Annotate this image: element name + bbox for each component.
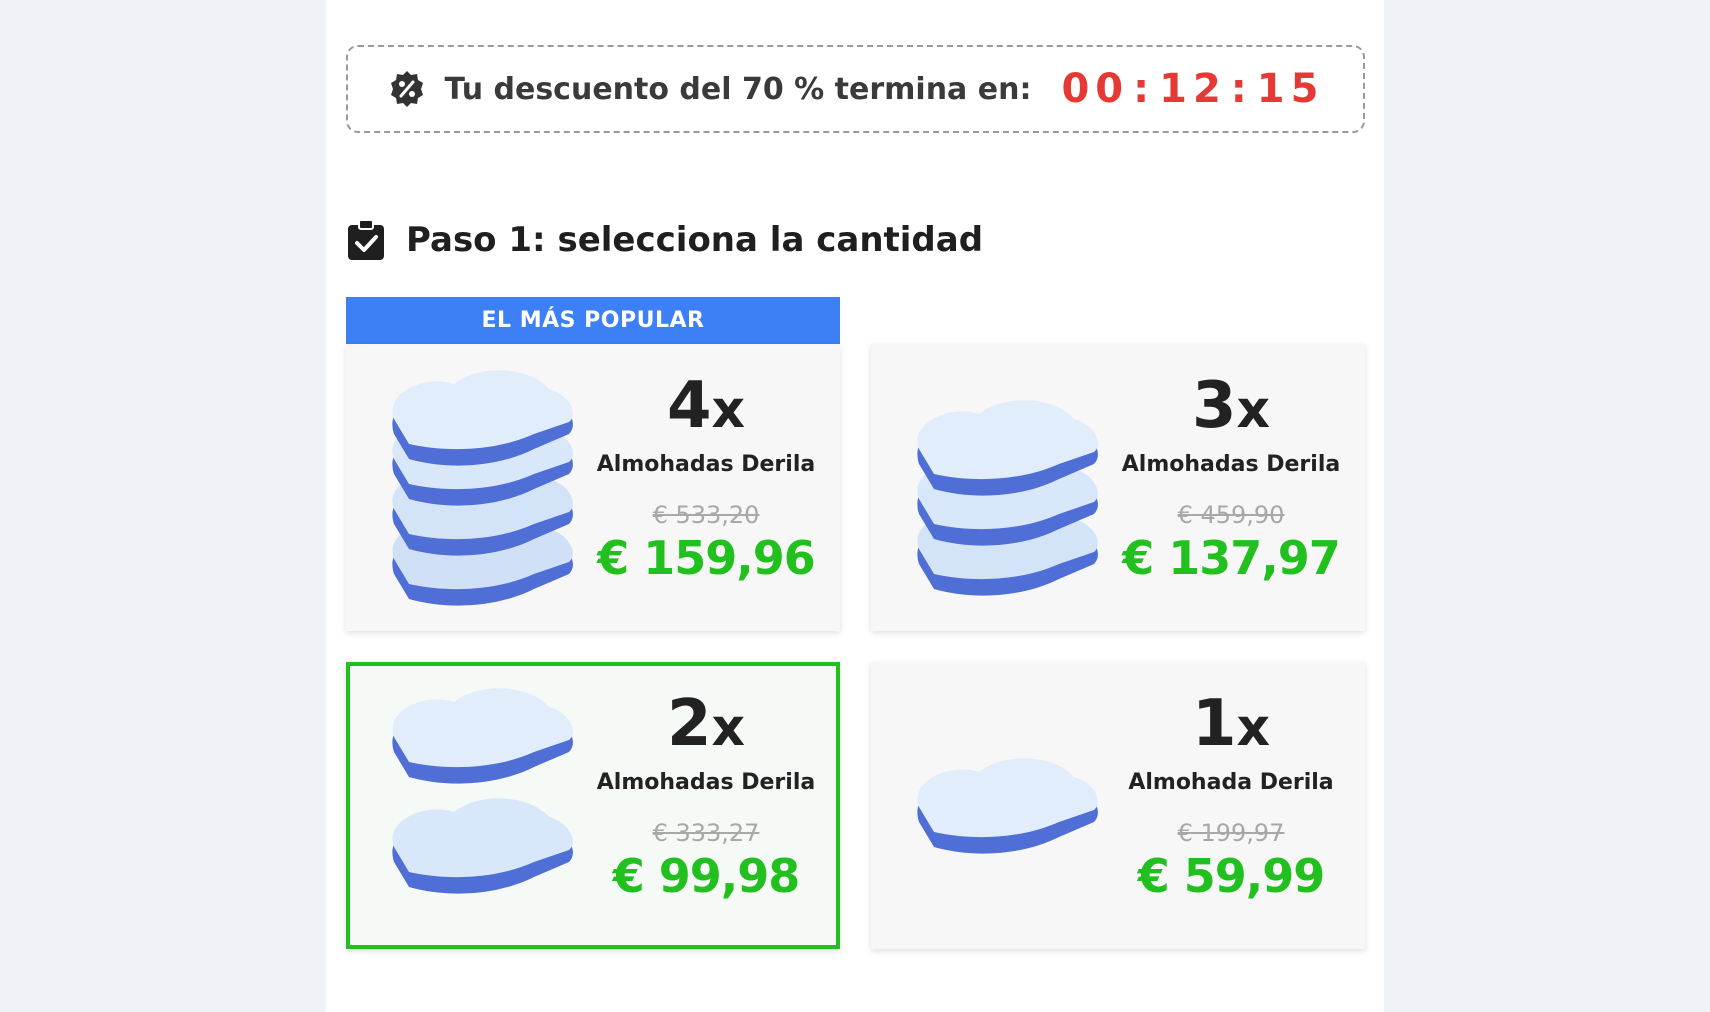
timer-label: Tu descuento del 70 % termina en: [444, 71, 1032, 107]
option-old-price: € 533,20 [652, 501, 760, 529]
pillow-image [917, 758, 1098, 854]
option-new-price: € 137,97 [1122, 531, 1341, 585]
countdown-separator: : [1230, 66, 1253, 112]
option-product-name: Almohadas Derila [596, 452, 816, 477]
option-new-price: € 159,96 [597, 531, 816, 585]
option-product-name: Almohadas Derila [596, 770, 816, 795]
countdown-hours: 00 [1061, 66, 1130, 112]
option-product-name: Almohada Derila [1128, 770, 1334, 795]
option-old-price: € 199,97 [1177, 819, 1285, 847]
countdown-seconds: 15 [1256, 66, 1325, 112]
option-info: 3x Almohadas Derila € 459,90 € 137,97 [1111, 370, 1351, 585]
option-old-price: € 459,90 [1177, 501, 1285, 529]
option-old-price: € 333,27 [652, 819, 760, 847]
option-card-2x[interactable]: 2x Almohadas Derila € 333,27 € 99,98 [346, 662, 840, 949]
pillow-stack-image [392, 370, 573, 606]
discount-badge-icon [390, 71, 423, 107]
countdown: 00 : 12 : 15 [1061, 66, 1324, 112]
option-info: 1x Almohada Derila € 199,97 € 59,99 [1111, 688, 1351, 903]
option-product-name: Almohadas Derila [1121, 452, 1341, 477]
option-quantity: 4x [666, 369, 746, 443]
pillow-stack-image [392, 688, 573, 894]
option-card-1x[interactable]: 1x Almohada Derila € 199,97 € 59,99 [871, 662, 1365, 949]
countdown-separator: : [1133, 66, 1156, 112]
clipboard-check-icon [348, 219, 384, 260]
discount-timer: Tu descuento del 70 % termina en: 00 : 1… [346, 45, 1365, 133]
option-new-price: € 99,98 [612, 849, 801, 903]
page: Tu descuento del 70 % termina en: 00 : 1… [326, 0, 1384, 1012]
step-heading: Paso 1: selecciona la cantidad [346, 218, 983, 262]
option-new-price: € 59,99 [1137, 849, 1326, 903]
option-quantity: 2x [666, 687, 746, 761]
option-card-4x[interactable]: 4x Almohadas Derila € 533,20 € 159,96 [346, 344, 840, 631]
option-info: 4x Almohadas Derila € 533,20 € 159,96 [586, 370, 826, 585]
step-title: Paso 1: selecciona la cantidad [406, 220, 984, 260]
option-info: 2x Almohadas Derila € 333,27 € 99,98 [586, 688, 826, 903]
pillow-stack-image [917, 400, 1098, 596]
option-quantity: 3x [1191, 369, 1271, 443]
countdown-minutes: 12 [1159, 66, 1227, 112]
option-quantity: 1x [1191, 687, 1271, 761]
option-card-3x[interactable]: 3x Almohadas Derila € 459,90 € 137,97 [871, 344, 1365, 631]
popular-badge: EL MÁS POPULAR [346, 297, 840, 344]
